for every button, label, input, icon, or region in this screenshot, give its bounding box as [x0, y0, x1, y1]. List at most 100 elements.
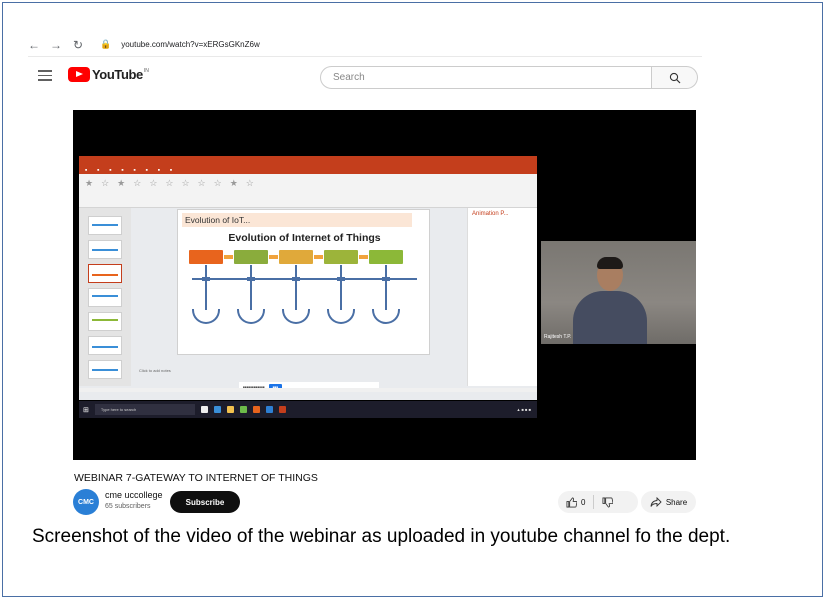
taskbar-app-icon	[265, 406, 273, 413]
slide-heading: Evolution of IoT...	[182, 213, 412, 227]
slide-thumbnail	[88, 312, 122, 331]
like-button[interactable]: 0	[558, 491, 593, 513]
ppt-menu-bar: ■ ■ ■ ■ ■ ■ ■ ■	[79, 166, 537, 174]
figure-caption: Screenshot of the video of the webinar a…	[32, 526, 731, 547]
timeline-pipe	[205, 265, 207, 310]
animation-star-icon: ☆	[213, 178, 222, 188]
taskbar-app-icon	[213, 406, 221, 413]
channel-name[interactable]: cme uccollege	[105, 490, 163, 500]
dislike-button[interactable]	[594, 491, 621, 513]
slide-thumbnail-active	[88, 264, 122, 283]
slide-title: Evolution of Internet of Things	[228, 232, 381, 244]
taskbar-app-icon	[239, 406, 247, 413]
timeline-cup	[327, 309, 355, 324]
taskbar-app-icon	[200, 406, 208, 413]
url-text[interactable]: youtube.com/watch?v=xERGsGKnZ6w	[121, 40, 260, 49]
hamburger-icon[interactable]	[38, 70, 52, 81]
timeline-cup	[282, 309, 310, 324]
timeline-node	[382, 277, 390, 281]
animation-star-icon: ☆	[101, 178, 110, 188]
address-bar-row: ← → ↻ 🔒 youtube.com/watch?v=xERGsGKnZ6w	[28, 33, 702, 57]
timeline-node	[202, 277, 210, 281]
animation-star-icon: ☆	[133, 178, 142, 188]
taskbar-app-icon	[252, 406, 260, 413]
timeline-cup	[192, 309, 220, 324]
windows-start-icon: ⊞	[83, 406, 89, 414]
timeline-pipe	[385, 265, 387, 310]
stage-arrow	[269, 255, 278, 259]
search-input[interactable]: Search	[320, 66, 652, 89]
animation-star-icon: ☆	[197, 178, 206, 188]
channel-initials: CMC	[78, 498, 94, 506]
evolution-stage-3	[279, 250, 313, 264]
animation-star-icon: ★	[117, 178, 126, 188]
timeline-pipe	[250, 265, 252, 310]
search-button[interactable]	[652, 66, 698, 89]
animation-star-icon: ★	[85, 178, 94, 188]
current-slide: Evolution of IoT... Evolution of Interne…	[177, 209, 430, 355]
play-logo-icon	[68, 67, 90, 82]
share-button[interactable]: Share	[641, 491, 696, 513]
search-icon	[669, 72, 680, 83]
region-code: IN	[143, 67, 149, 74]
thumbs-down-icon	[602, 497, 614, 507]
taskbar-app-icon	[278, 406, 286, 413]
slide-thumbnails	[79, 208, 131, 386]
channel-avatar[interactable]: CMC	[73, 489, 99, 515]
stage-arrow	[314, 255, 323, 259]
subscribe-button[interactable]: Subscribe	[170, 491, 240, 513]
ppt-title-bar	[79, 156, 537, 166]
youtube-logo-text: YouTube	[92, 67, 143, 82]
ppt-ribbon: ★ ☆ ★ ☆ ☆ ☆ ☆ ☆ ☆ ★ ☆	[79, 174, 537, 208]
animation-pane: Animation P...	[467, 208, 537, 386]
timeline-node	[292, 277, 300, 281]
taskbar-app-icon	[226, 406, 234, 413]
evolution-stage-1	[189, 250, 223, 264]
ppt-status-bar	[79, 388, 537, 392]
back-icon[interactable]: ←	[28, 38, 40, 52]
animation-star-icon: ☆	[245, 178, 254, 188]
forward-icon[interactable]: →	[50, 38, 62, 52]
share-label: Share	[665, 497, 688, 507]
stage-arrow	[224, 255, 233, 259]
animation-star-icon: ☆	[149, 178, 158, 188]
like-count: 0	[581, 497, 586, 507]
browser-window: ← → ↻ 🔒 youtube.com/watch?v=xERGsGKnZ6w …	[28, 33, 702, 518]
youtube-logo[interactable]: YouTube IN	[68, 67, 149, 82]
thumbs-up-icon	[566, 497, 577, 507]
timeline-pipe	[295, 265, 297, 310]
search-placeholder: Search	[333, 72, 365, 83]
youtube-header: YouTube IN Search	[28, 61, 702, 95]
participant-hair	[597, 257, 623, 269]
subscriber-count: 65 subscribers	[105, 503, 151, 510]
participant-body	[573, 291, 647, 344]
slide-thumbnail	[88, 216, 122, 235]
notes-placeholder: Click to add notes	[139, 368, 171, 373]
windows-taskbar: ⊞ Type here to search ▲ ■ ■ ■	[79, 401, 537, 418]
video-title: WEBINAR 7-GATEWAY TO INTERNET OF THINGS	[74, 472, 318, 484]
slide-thumbnail	[88, 336, 122, 355]
ppt-workspace: Evolution of IoT... Evolution of Interne…	[79, 208, 537, 386]
slide-thumbnail	[88, 240, 122, 259]
video-player[interactable]: ■ ■ ■ ■ ■ ■ ■ ■ ★ ☆ ★ ☆ ☆ ☆ ☆ ☆ ☆ ★ ☆ Ev…	[73, 110, 696, 460]
evolution-stage-5	[369, 250, 403, 264]
shared-powerpoint-screen: ■ ■ ■ ■ ■ ■ ■ ■ ★ ☆ ★ ☆ ☆ ☆ ☆ ☆ ☆ ★ ☆ Ev…	[79, 156, 537, 400]
like-dislike-group: 0	[558, 491, 638, 513]
share-arrow-icon	[650, 497, 662, 507]
taskbar-search: Type here to search	[94, 404, 195, 415]
reload-icon[interactable]: ↻	[72, 38, 84, 52]
animation-star-icon: ☆	[181, 178, 190, 188]
system-tray: ▲ ■ ■ ■	[516, 407, 531, 412]
stage-arrow	[359, 255, 368, 259]
timeline-cup	[237, 309, 265, 324]
timeline-node	[247, 277, 255, 281]
slide-thumbnail	[88, 360, 122, 379]
evolution-stage-2	[234, 250, 268, 264]
evolution-stage-4	[324, 250, 358, 264]
animation-star-icon: ★	[229, 178, 238, 188]
timeline-node	[337, 277, 345, 281]
animation-star-icon: ☆	[165, 178, 174, 188]
timeline-pipe	[340, 265, 342, 310]
lock-icon: 🔒	[100, 39, 112, 49]
timeline-cup	[372, 309, 400, 324]
